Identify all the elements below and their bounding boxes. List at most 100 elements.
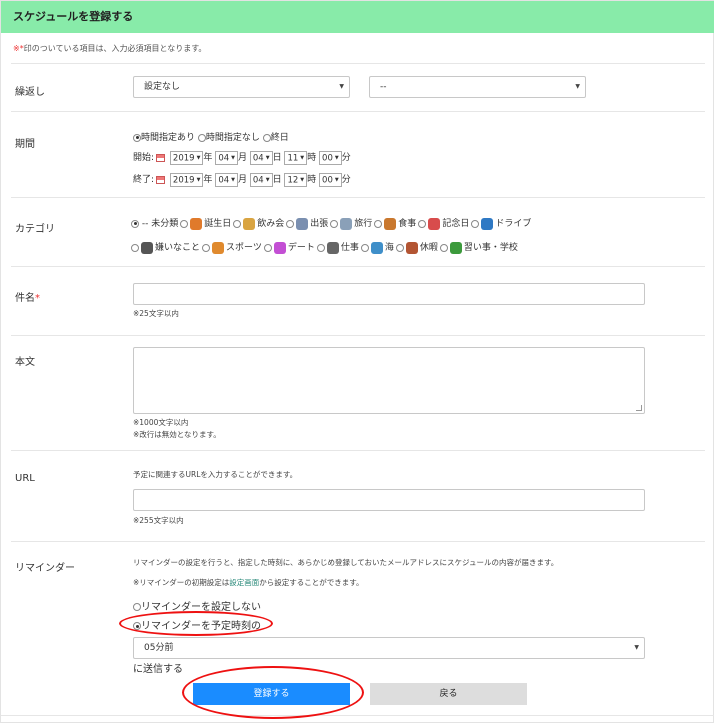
category-icon: [273, 241, 286, 254]
category-option[interactable]: デート: [263, 240, 315, 254]
end-year-select[interactable]: 2019 ▼: [169, 172, 204, 187]
calendar-icon[interactable]: [156, 175, 166, 184]
chevron-down-icon: ▼: [265, 154, 270, 161]
back-button[interactable]: 戻る: [370, 683, 527, 705]
page-title: スケジュールを登録する: [1, 1, 714, 33]
category-radio[interactable]: [418, 219, 427, 228]
radio-all-day[interactable]: [262, 133, 271, 142]
divider: [11, 266, 705, 267]
category-radio[interactable]: [131, 243, 139, 252]
chevron-down-icon: ▼: [231, 176, 235, 183]
end-year-value: 2019: [172, 175, 195, 185]
category-option[interactable]: スポーツ: [202, 240, 262, 254]
category-option[interactable]: 海: [360, 240, 394, 254]
end-month-select[interactable]: 04 ▼: [215, 172, 238, 187]
category-radio[interactable]: [471, 219, 480, 228]
subject-input[interactable]: [133, 283, 645, 305]
chevron-down-icon: ▼: [300, 154, 305, 161]
category-option[interactable]: 記念日: [418, 216, 469, 230]
body-textarea[interactable]: [133, 347, 645, 414]
category-option[interactable]: 旅行: [330, 216, 372, 230]
chevron-down-icon: ▼: [334, 176, 339, 183]
start-minute-value: 00: [322, 153, 333, 163]
start-year-select[interactable]: 2019 ▼: [169, 150, 204, 165]
start-month-select[interactable]: 04 ▼: [215, 150, 238, 165]
repeat-select[interactable]: 設定なし ▼: [133, 76, 350, 98]
radio-reminder-none[interactable]: [133, 603, 141, 611]
start-minute-select[interactable]: 00 ▼: [319, 150, 342, 165]
category-option[interactable]: 仕事: [316, 240, 359, 254]
category-option[interactable]: 出張: [286, 216, 328, 230]
category-option[interactable]: 飲み会: [233, 216, 284, 230]
category-radio[interactable]: [374, 219, 383, 228]
category-option[interactable]: 食事: [374, 216, 416, 230]
reminder-suffix: に送信する: [133, 664, 183, 675]
end-label: 終了:: [133, 175, 155, 185]
url-input[interactable]: [133, 489, 645, 511]
end-month-value: 04: [218, 175, 230, 185]
category-label-text: ドライブ: [495, 219, 532, 229]
category-radio[interactable]: [202, 243, 211, 252]
category-radio[interactable]: [180, 219, 189, 228]
unit-day: 日: [272, 153, 282, 163]
radio-no-time[interactable]: [197, 133, 206, 142]
reminder-timing-select[interactable]: 05分前 ▼: [133, 637, 645, 659]
category-label-text: 海: [384, 243, 394, 253]
settings-screen-link[interactable]: 設定画面: [229, 578, 259, 587]
chevron-down-icon: ▼: [231, 154, 235, 161]
start-hour-select[interactable]: 11 ▼: [284, 150, 308, 165]
radio-all-day-label: 終日: [270, 133, 289, 143]
body-hint-newline: ※改行は無効となります。: [133, 430, 221, 439]
period-label: 期間: [15, 139, 35, 150]
start-year-value: 2019: [172, 153, 195, 163]
category-radio[interactable]: [263, 243, 272, 252]
category-option[interactable]: 嫌いなこと: [131, 240, 200, 254]
start-label: 開始:: [133, 153, 155, 163]
chevron-down-icon: ▼: [196, 176, 201, 183]
calendar-icon[interactable]: [156, 153, 166, 162]
end-hour-select[interactable]: 12 ▼: [284, 172, 308, 187]
start-hour-value: 11: [287, 153, 299, 163]
category-label-text: 旅行: [354, 219, 373, 229]
url-label: URL: [15, 473, 35, 484]
category-radio[interactable]: [439, 243, 448, 252]
end-datetime-row: 終了: 2019 ▼ 年 04 ▼ 月 04 ▼ 日 12 ▼ 時 00 ▼ 分: [133, 172, 351, 187]
required-mark: ※*: [13, 44, 24, 53]
period-type-group: 時間指定あり 時間指定なし 終日: [133, 130, 289, 143]
category-option[interactable]: 誕生日: [180, 216, 231, 230]
chevron-down-icon: ▼: [300, 176, 305, 183]
category-icon: [141, 241, 153, 254]
chevron-down-icon: ▼: [339, 83, 344, 90]
start-day-select[interactable]: 04 ▼: [249, 150, 273, 165]
reminder-timing-value: 05分前: [144, 643, 174, 653]
end-day-select[interactable]: 04 ▼: [249, 172, 273, 187]
repeat-detail-select[interactable]: -- ▼: [369, 76, 586, 98]
category-radio[interactable]: [233, 219, 242, 228]
radio-time-label: 時間指定あり: [141, 133, 196, 143]
unit-month: 月: [238, 175, 248, 185]
category-label-text: 休暇: [419, 243, 438, 253]
category-label: カテゴリ: [15, 224, 55, 235]
radio-time-specified[interactable]: [133, 133, 141, 142]
radio-no-time-label: 時間指定なし: [205, 133, 260, 143]
unit-year: 年: [203, 153, 213, 163]
category-icon: [449, 241, 462, 254]
annotation-circle-reminder: [119, 611, 273, 636]
category-option[interactable]: -- 未分類: [131, 216, 178, 229]
end-minute-select[interactable]: 00 ▼: [319, 172, 342, 187]
category-radio[interactable]: [286, 219, 295, 228]
repeat-detail-value: --: [380, 82, 387, 92]
divider: [1, 715, 714, 716]
reminder-description: リマインダーの設定を行うと、指定した時刻に、あらかじめ登録しておいたメールアドレ…: [133, 558, 559, 567]
category-option[interactable]: ドライブ: [471, 216, 531, 230]
category-option[interactable]: 習い事・学校: [439, 240, 518, 254]
category-radio[interactable]: [330, 219, 339, 228]
category-label-text: 仕事: [340, 243, 359, 253]
url-hint: ※255文字以内: [133, 516, 184, 525]
category-radio[interactable]: [131, 219, 139, 228]
category-radio[interactable]: [395, 243, 404, 252]
category-radio[interactable]: [360, 243, 369, 252]
category-label-text: 習い事・学校: [463, 243, 518, 253]
category-radio[interactable]: [316, 243, 325, 252]
category-option[interactable]: 休暇: [395, 240, 438, 254]
